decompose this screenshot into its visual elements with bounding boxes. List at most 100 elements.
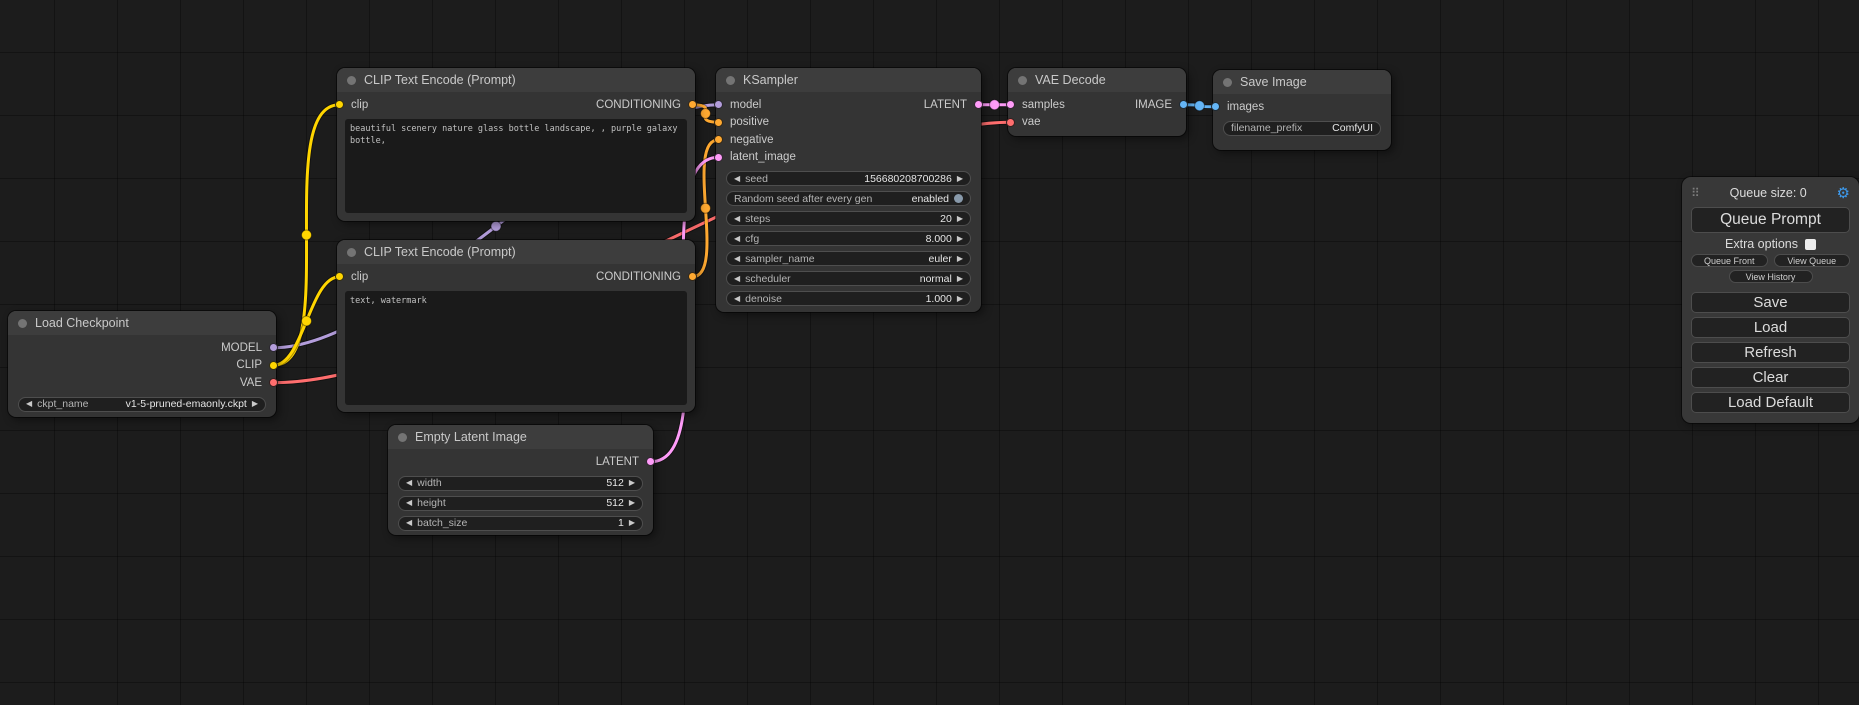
- clip-output-port[interactable]: [269, 361, 278, 370]
- slot-row: negative: [716, 131, 981, 149]
- width-widget[interactable]: ◀ width 512 ▶: [398, 476, 643, 491]
- node-clip-text-encode-negative[interactable]: CLIP Text Encode (Prompt) clip CONDITION…: [337, 240, 695, 412]
- positive-input-label: positive: [730, 116, 769, 128]
- collapse-dot-icon[interactable]: [1018, 76, 1027, 85]
- load-default-button[interactable]: Load Default: [1691, 392, 1850, 413]
- refresh-button[interactable]: Refresh: [1691, 342, 1850, 363]
- toggle-indicator[interactable]: [954, 194, 963, 203]
- queue-buttons-row: Queue Front View Queue: [1691, 254, 1850, 267]
- scheduler-widget[interactable]: ◀ scheduler normal ▶: [726, 271, 971, 286]
- next-value-icon[interactable]: ▶: [629, 499, 635, 507]
- next-value-icon[interactable]: ▶: [252, 400, 258, 408]
- ckpt-name-widget[interactable]: ◀ ckpt_name v1-5-pruned-emaonly.ckpt ▶: [18, 397, 266, 412]
- queue-front-button[interactable]: Queue Front: [1691, 254, 1768, 267]
- node-title: VAE Decode: [1035, 73, 1106, 87]
- extra-options-checkbox[interactable]: [1805, 239, 1816, 250]
- widget-name: steps: [745, 213, 770, 225]
- model-input-port[interactable]: [714, 100, 723, 109]
- steps-widget[interactable]: ◀ steps 20 ▶: [726, 211, 971, 226]
- prev-value-icon[interactable]: ◀: [734, 215, 740, 223]
- random-seed-toggle-widget[interactable]: Random seed after every gen enabled: [726, 191, 971, 206]
- clear-button[interactable]: Clear: [1691, 367, 1850, 388]
- settings-gear-icon[interactable]: ⚙: [1837, 184, 1850, 202]
- node-title-bar[interactable]: KSampler: [716, 68, 981, 92]
- widget-value: 156680208700286: [864, 173, 952, 185]
- conditioning-output-label: CONDITIONING: [596, 99, 681, 111]
- node-empty-latent-image[interactable]: Empty Latent Image LATENT ◀ width 512 ▶ …: [388, 425, 653, 535]
- seed-widget[interactable]: ◀ seed 156680208700286 ▶: [726, 171, 971, 186]
- prev-value-icon[interactable]: ◀: [734, 235, 740, 243]
- next-value-icon[interactable]: ▶: [629, 519, 635, 527]
- prev-value-icon[interactable]: ◀: [26, 400, 32, 408]
- node-title-bar[interactable]: VAE Decode: [1008, 68, 1186, 92]
- prev-value-icon[interactable]: ◀: [734, 295, 740, 303]
- negative-input-port[interactable]: [714, 135, 723, 144]
- height-widget[interactable]: ◀ height 512 ▶: [398, 496, 643, 511]
- clip-output-label: CLIP: [236, 359, 262, 371]
- node-vae-decode[interactable]: VAE Decode samples IMAGE vae: [1008, 68, 1186, 136]
- node-clip-text-encode-positive[interactable]: CLIP Text Encode (Prompt) clip CONDITION…: [337, 68, 695, 221]
- denoise-widget[interactable]: ◀ denoise 1.000 ▶: [726, 291, 971, 306]
- filename-prefix-widget[interactable]: filename_prefix ComfyUI: [1223, 121, 1381, 136]
- node-title-bar[interactable]: CLIP Text Encode (Prompt): [337, 240, 695, 264]
- prev-value-icon[interactable]: ◀: [734, 255, 740, 263]
- next-value-icon[interactable]: ▶: [957, 215, 963, 223]
- next-value-icon[interactable]: ▶: [629, 479, 635, 487]
- queue-prompt-button[interactable]: Queue Prompt: [1691, 207, 1850, 233]
- widget-name: ckpt_name: [37, 398, 88, 410]
- node-title: Load Checkpoint: [35, 316, 129, 330]
- node-title-bar[interactable]: CLIP Text Encode (Prompt): [337, 68, 695, 92]
- prompt-textarea[interactable]: beautiful scenery nature glass bottle la…: [345, 119, 687, 213]
- images-input-port[interactable]: [1211, 102, 1220, 111]
- prev-value-icon[interactable]: ◀: [406, 519, 412, 527]
- clip-input-port[interactable]: [335, 272, 344, 281]
- collapse-dot-icon[interactable]: [18, 319, 27, 328]
- positive-input-port[interactable]: [714, 118, 723, 127]
- load-button[interactable]: Load: [1691, 317, 1850, 338]
- slot-row: model LATENT: [716, 96, 981, 114]
- prev-value-icon[interactable]: ◀: [406, 479, 412, 487]
- model-output-label: MODEL: [221, 342, 262, 354]
- view-history-button[interactable]: View History: [1729, 270, 1813, 283]
- prev-value-icon[interactable]: ◀: [734, 175, 740, 183]
- vae-input-port[interactable]: [1006, 118, 1015, 127]
- link-midpoint-dot: [491, 221, 501, 231]
- sampler-name-widget[interactable]: ◀ sampler_name euler ▶: [726, 251, 971, 266]
- slot-row: images: [1213, 98, 1391, 116]
- node-title: CLIP Text Encode (Prompt): [364, 245, 516, 259]
- next-value-icon[interactable]: ▶: [957, 235, 963, 243]
- collapse-dot-icon[interactable]: [347, 76, 356, 85]
- cfg-widget[interactable]: ◀ cfg 8.000 ▶: [726, 231, 971, 246]
- widget-name: filename_prefix: [1231, 122, 1302, 134]
- prev-value-icon[interactable]: ◀: [406, 499, 412, 507]
- next-value-icon[interactable]: ▶: [957, 295, 963, 303]
- drag-handle-icon[interactable]: ⠿: [1691, 186, 1700, 200]
- next-value-icon[interactable]: ▶: [957, 275, 963, 283]
- slot-row: CLIP: [8, 357, 276, 375]
- widget-value: 20: [940, 213, 952, 225]
- node-title-bar[interactable]: Empty Latent Image: [388, 425, 653, 449]
- clip-input-port[interactable]: [335, 100, 344, 109]
- widget-name: sampler_name: [745, 253, 814, 265]
- prompt-textarea[interactable]: text, watermark: [345, 291, 687, 405]
- node-title-bar[interactable]: Load Checkpoint: [8, 311, 276, 335]
- next-value-icon[interactable]: ▶: [957, 175, 963, 183]
- node-save-image[interactable]: Save Image images filename_prefix ComfyU…: [1213, 70, 1391, 150]
- latent-image-input-port[interactable]: [714, 153, 723, 162]
- extra-options-row: Extra options: [1691, 237, 1850, 251]
- collapse-dot-icon[interactable]: [398, 433, 407, 442]
- save-button[interactable]: Save: [1691, 292, 1850, 313]
- prev-value-icon[interactable]: ◀: [734, 275, 740, 283]
- samples-input-port[interactable]: [1006, 100, 1015, 109]
- collapse-dot-icon[interactable]: [726, 76, 735, 85]
- collapse-dot-icon[interactable]: [1223, 78, 1232, 87]
- node-load-checkpoint[interactable]: Load Checkpoint MODEL CLIP VAE ◀ ckpt_na…: [8, 311, 276, 417]
- node-ksampler[interactable]: KSampler model LATENT positive negative …: [716, 68, 981, 312]
- link-midpoint-dot: [1195, 101, 1205, 111]
- next-value-icon[interactable]: ▶: [957, 255, 963, 263]
- batch-size-widget[interactable]: ◀ batch_size 1 ▶: [398, 516, 643, 531]
- view-queue-button[interactable]: View Queue: [1774, 254, 1851, 267]
- node-title-bar[interactable]: Save Image: [1213, 70, 1391, 94]
- link-midpoint-dot: [990, 100, 1000, 110]
- collapse-dot-icon[interactable]: [347, 248, 356, 257]
